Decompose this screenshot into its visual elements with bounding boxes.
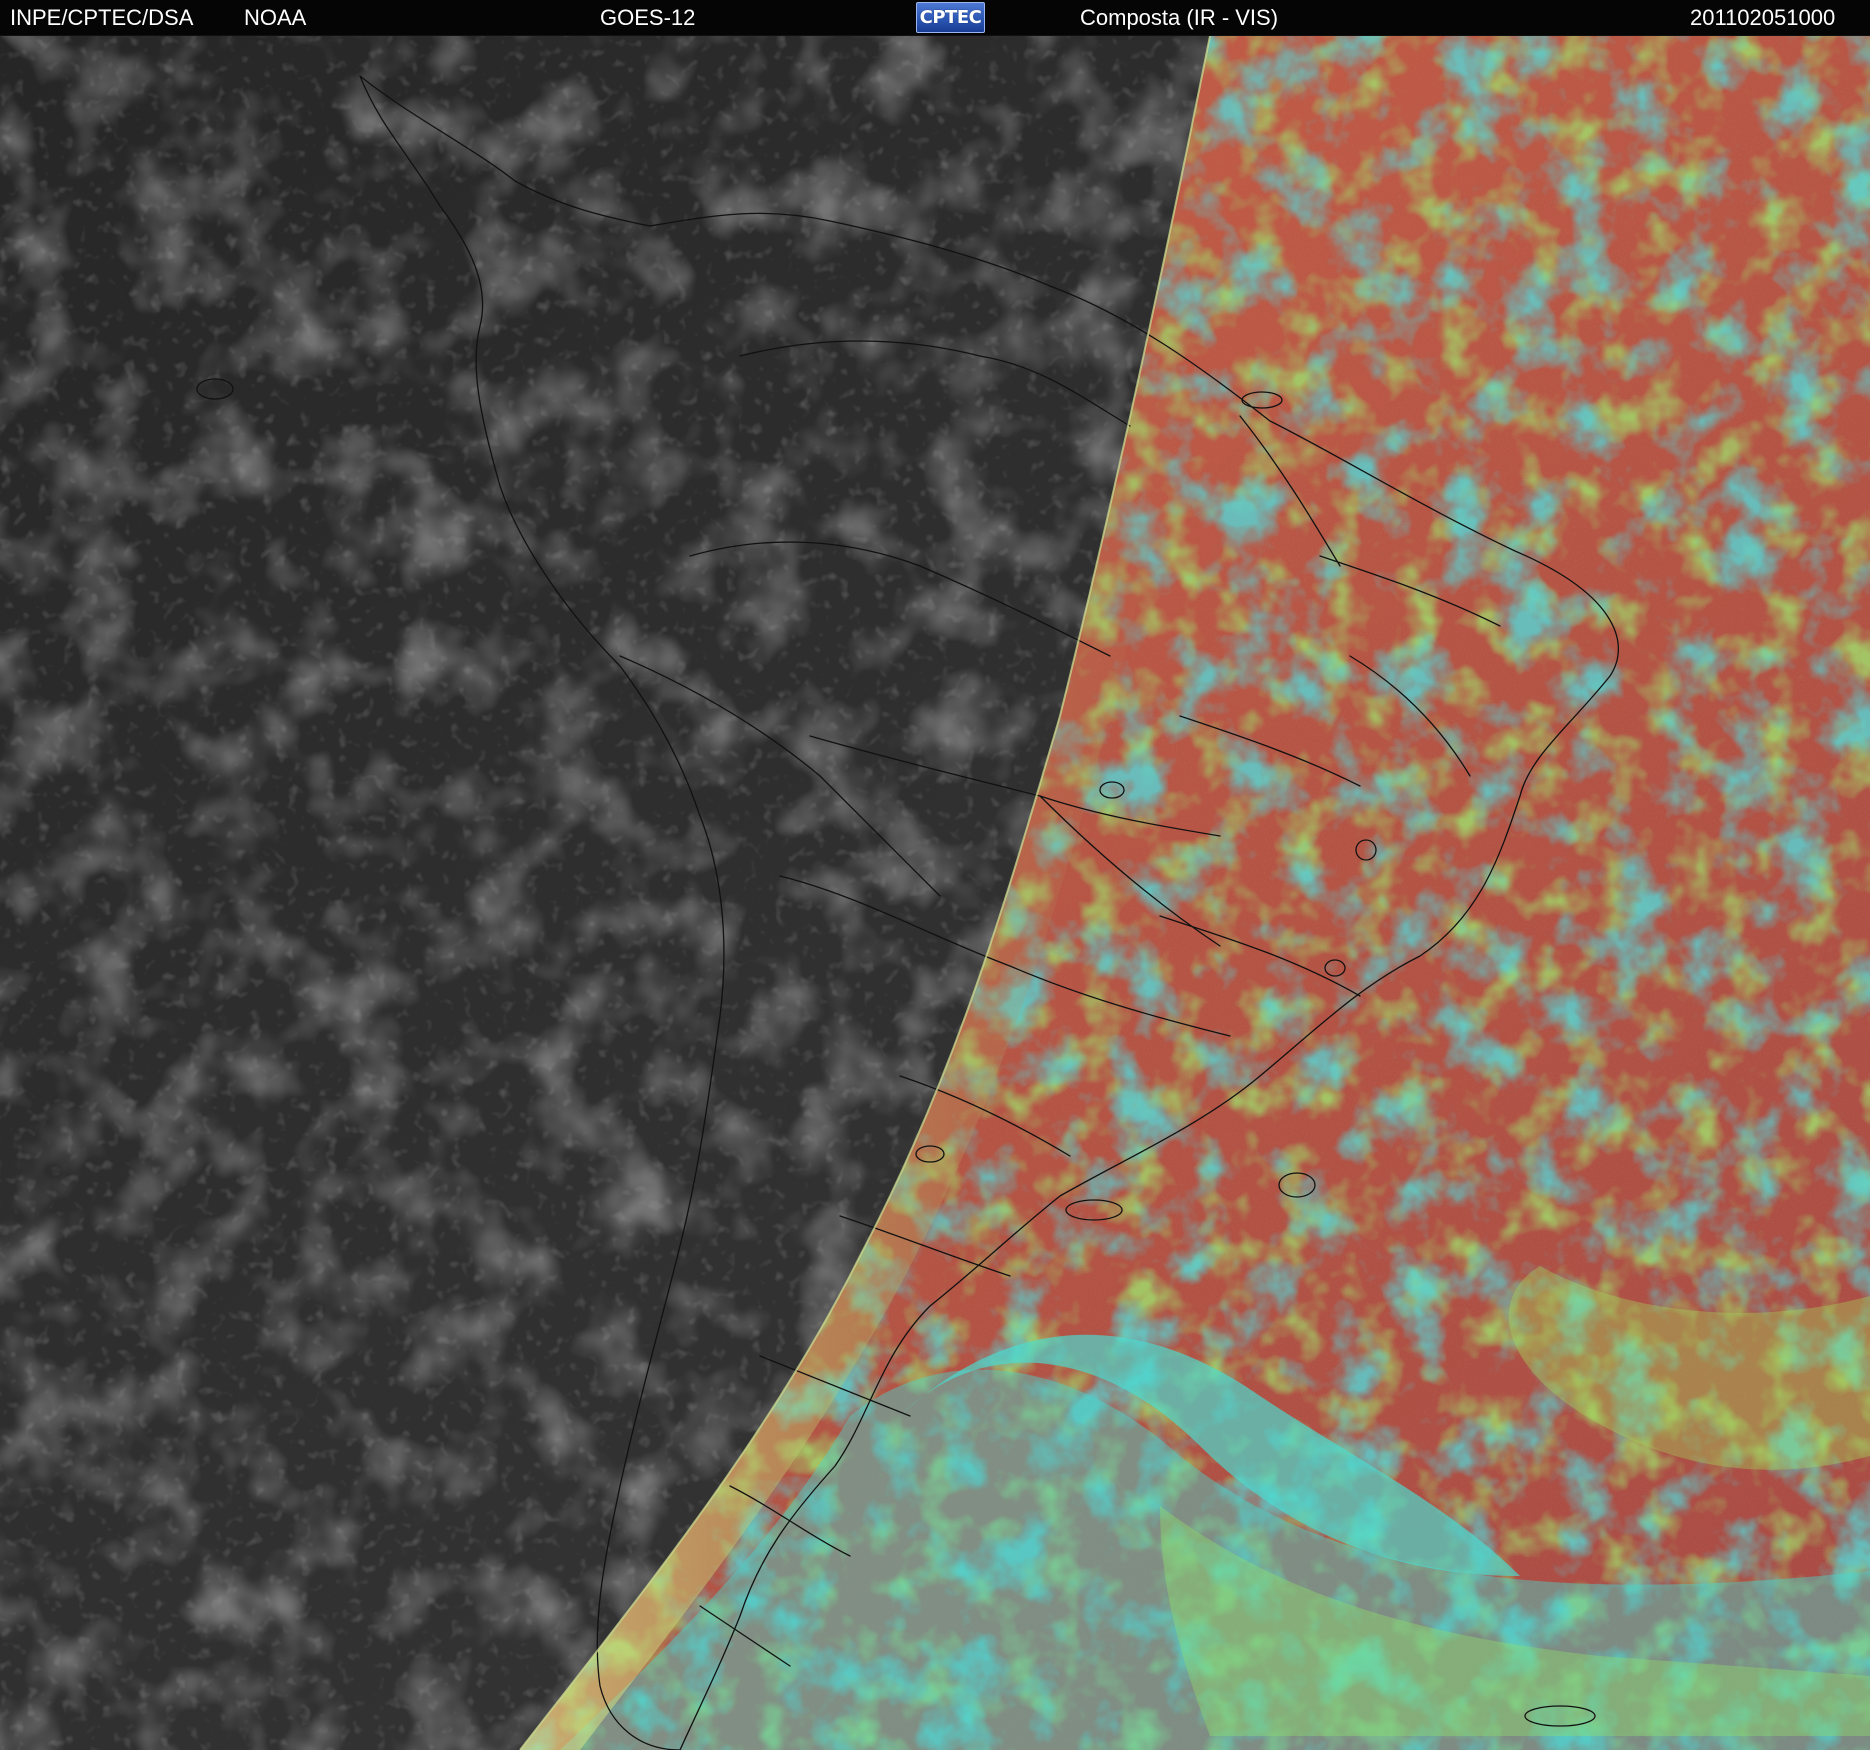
cptec-logo: CPTEC — [916, 2, 985, 33]
header-product-label: Composta (IR - VIS) — [1080, 5, 1279, 30]
satellite-composite-image — [0, 36, 1870, 1750]
header-satellite-label: GOES-12 — [600, 5, 696, 30]
header-org-label: INPE/CPTEC/DSA — [10, 5, 194, 30]
satellite-image-frame: INPE/CPTEC/DSA NOAA GOES-12 CPTEC Compos… — [0, 0, 1870, 1750]
header-agency-label: NOAA — [244, 5, 307, 30]
header-timestamp-label: 201102051000 — [1690, 5, 1836, 30]
cptec-logo-text: CPTEC — [919, 6, 982, 28]
image-header-bar: INPE/CPTEC/DSA NOAA GOES-12 CPTEC Compos… — [0, 0, 1870, 36]
